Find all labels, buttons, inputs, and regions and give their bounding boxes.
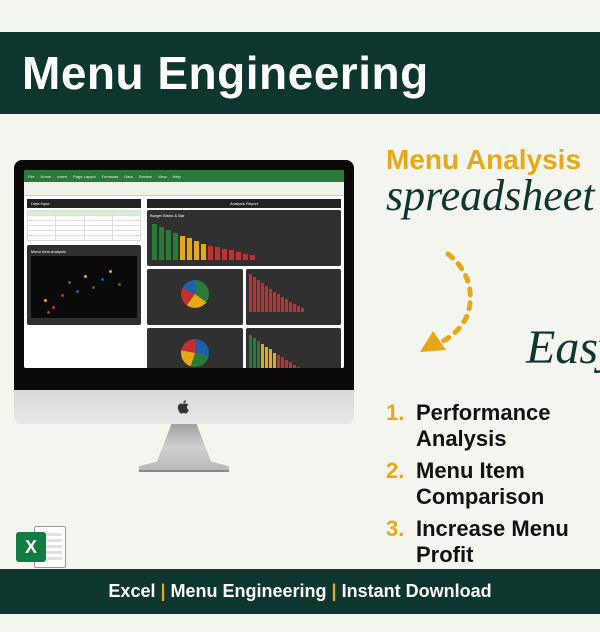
footer-part: Menu Engineering bbox=[171, 581, 327, 601]
pie-chart bbox=[147, 269, 243, 325]
computer-mockup: File Home Insert Page Layout Formulas Da… bbox=[14, 160, 354, 472]
ribbon-tab: File bbox=[28, 174, 34, 179]
feature-item: 2. Menu Item Comparison bbox=[386, 458, 600, 510]
panel-header: Data Input bbox=[27, 199, 141, 208]
pie-icon bbox=[181, 339, 209, 367]
feature-list: 1. Performance Analysis 2. Menu Item Com… bbox=[386, 400, 600, 574]
easy-label: Easy bbox=[526, 320, 600, 375]
feature-item: 1. Performance Analysis bbox=[386, 400, 600, 452]
footer-part: Instant Download bbox=[342, 581, 492, 601]
excel-icon: X bbox=[16, 522, 66, 572]
ribbon-tab: Help bbox=[172, 174, 180, 179]
feature-text: Menu Item Comparison bbox=[416, 458, 600, 510]
ribbon-tab: Page Layout bbox=[73, 174, 95, 179]
sub-charts-2 bbox=[147, 328, 341, 368]
headline-line2: spreadsheet bbox=[386, 170, 600, 221]
feature-item: 3. Increase Menu Profit bbox=[386, 516, 600, 568]
mini-bar-chart bbox=[246, 269, 342, 325]
spreadsheet-screenshot: File Home Insert Page Layout Formulas Da… bbox=[24, 170, 344, 368]
scatter-plot-area bbox=[31, 256, 137, 318]
page-title: Menu Engineering bbox=[22, 46, 600, 100]
monitor-stand bbox=[139, 424, 229, 472]
feature-number: 2. bbox=[386, 458, 406, 510]
monitor-chin bbox=[14, 390, 354, 424]
bars bbox=[150, 220, 338, 260]
worksheet-body: Data Input Menu Item Analysis bbox=[24, 196, 344, 368]
headline-block: Menu Analysis spreadsheet bbox=[386, 144, 600, 221]
tiny-bars bbox=[249, 272, 339, 312]
excel-ribbon: File Home Insert Page Layout Formulas Da… bbox=[24, 170, 344, 182]
ribbon-tab: View bbox=[158, 174, 167, 179]
curved-arrow-icon bbox=[378, 246, 488, 366]
monitor-bezel: File Home Insert Page Layout Formulas Da… bbox=[14, 160, 354, 390]
excel-toolbar bbox=[24, 182, 344, 196]
excel-x-badge: X bbox=[16, 532, 46, 562]
tiny-bars bbox=[249, 331, 339, 368]
ribbon-tab: Review bbox=[139, 174, 152, 179]
header-band: Menu Engineering bbox=[0, 32, 600, 114]
feature-number: 3. bbox=[386, 516, 406, 568]
ribbon-tab: Data bbox=[124, 174, 132, 179]
panel-header: Analysis Report bbox=[147, 199, 341, 208]
ribbon-tab: Formulas bbox=[102, 174, 119, 179]
pie-icon bbox=[181, 280, 209, 308]
footer-part: Excel bbox=[108, 581, 155, 601]
center-area: File Home Insert Page Layout Formulas Da… bbox=[0, 114, 600, 514]
separator: | bbox=[155, 581, 170, 601]
separator: | bbox=[327, 581, 342, 601]
footer-band: Excel | Menu Engineering | Instant Downl… bbox=[0, 569, 600, 614]
footer-text: Excel | Menu Engineering | Instant Downl… bbox=[108, 581, 491, 601]
chart-brand: Burger Bistro & Bar bbox=[150, 213, 338, 218]
scatter-chart: Menu Item Analysis bbox=[27, 245, 141, 325]
ribbon-tab: Home bbox=[40, 174, 51, 179]
data-input-panel: Data Input Menu Item Analysis bbox=[24, 196, 144, 368]
input-table bbox=[27, 210, 141, 241]
mini-bar-chart-2 bbox=[246, 328, 342, 368]
apple-logo-icon bbox=[177, 400, 191, 414]
chart-title: Menu Item Analysis bbox=[31, 249, 137, 254]
bar-chart: Burger Bistro & Bar bbox=[147, 210, 341, 266]
sub-charts bbox=[147, 269, 341, 325]
ribbon-tab: Insert bbox=[57, 174, 67, 179]
feature-text: Increase Menu Profit bbox=[416, 516, 600, 568]
feature-number: 1. bbox=[386, 400, 406, 452]
pie-chart-2 bbox=[147, 328, 243, 368]
feature-text: Performance Analysis bbox=[416, 400, 600, 452]
analysis-panel: Analysis Report Burger Bistro & Bar bbox=[144, 196, 344, 368]
